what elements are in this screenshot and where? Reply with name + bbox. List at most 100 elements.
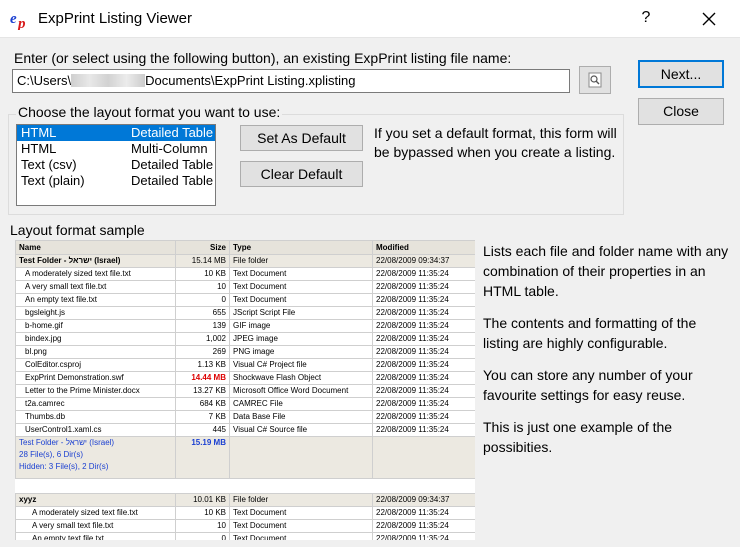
file-type-cell: Microsoft Office Word Document (229, 384, 373, 398)
list-item[interactable]: HTML Detailed Table (17, 125, 215, 141)
file-type-cell: Text Document (229, 293, 373, 307)
file-modified-cell: 22/08/2009 11:35:24 (372, 358, 475, 372)
table-row: ColEditor.csproj 1.13 KB Visual C# Project… (15, 358, 475, 372)
list-item[interactable]: Text (plain) Detailed Table (17, 173, 215, 189)
folder-summary-row: Test Folder - ישראל (Israel) 28 File(s), … (15, 436, 475, 479)
layout-format-label: Choose the layout format you want to use… (16, 104, 283, 120)
next-button[interactable]: Next... (638, 60, 724, 88)
table-row: bindex.jpg 1,002 JPEG image 22/08/2009 11:3… (15, 332, 475, 346)
list-item[interactable]: Text (csv) Detailed Table (17, 157, 215, 173)
folder-row: Test Folder - ישראל (Israel) 15.14 MB Fil… (15, 254, 475, 268)
file-type-cell: Text Document (229, 532, 373, 540)
close-button[interactable]: Close (638, 98, 724, 125)
file-size-cell: 1.13 KB (175, 358, 230, 372)
layout-description: Lists each file and folder name with any… (483, 241, 731, 469)
file-name-cell: An empty text file.txt (15, 293, 176, 307)
path-suffix: Documents\ExpPrint Listing.xplisting (145, 73, 356, 88)
file-modified-cell: 22/08/2009 11:35:24 (372, 293, 475, 307)
table-row: A moderately sized text file.txt 10 KB Tex… (15, 506, 475, 520)
file-modified-cell: 22/08/2009 11:35:24 (372, 371, 475, 385)
svg-text:e: e (10, 11, 17, 27)
file-size-cell: 10 (175, 519, 230, 533)
file-modified-cell: 22/08/2009 11:35:24 (372, 384, 475, 398)
file-type-cell: Shockwave Flash Object (229, 371, 373, 385)
file-size-cell: 14.44 MB (175, 371, 230, 385)
table-row: b-home.gif 139 GIF image 22/08/2009 11:35:2… (15, 319, 475, 333)
window-title: ExpPrint Listing Viewer (38, 10, 192, 27)
description-paragraph: Lists each file and folder name with any… (483, 243, 729, 299)
file-modified-cell: 22/08/2009 11:35:24 (372, 532, 475, 540)
file-modified-cell: 22/08/2009 11:35:24 (372, 345, 475, 359)
table-row: bl.png 269 PNG image 22/08/2009 11:35:24 (15, 345, 475, 359)
file-name-cell: An empty text file.txt (15, 532, 176, 540)
file-modified-cell: 22/08/2009 11:35:24 (372, 410, 475, 424)
expprint-logo-icon: e p (10, 11, 26, 30)
file-size-cell: 1,002 (175, 332, 230, 346)
table-row: bgsleight.js 655 JScript Script File 22/08/… (15, 306, 475, 320)
file-type-cell: Text Document (229, 506, 373, 520)
file-modified-cell: 22/08/2009 11:35:24 (372, 423, 475, 437)
file-prompt-label: Enter (or select using the following but… (14, 50, 512, 66)
file-name-cell: A moderately sized text file.txt (15, 506, 176, 520)
file-size-cell: 269 (175, 345, 230, 359)
table-row: Letter to the Prime Minister.docx 13.27 K… (15, 384, 475, 398)
file-modified-cell: 22/08/2009 11:35:24 (372, 506, 475, 520)
table-row: An empty text file.txt 0 Text Document 22/0… (15, 293, 475, 307)
file-size-cell: 0 (175, 532, 230, 540)
redacted-username (71, 74, 146, 87)
file-name-cell: b-home.gif (15, 319, 176, 333)
file-size-cell: 7 KB (175, 410, 230, 424)
file-modified-cell: 22/08/2009 11:35:24 (372, 280, 475, 294)
layout-sample-preview: Name Size Type Modified Test Folder - ישרא… (15, 240, 475, 540)
file-size-cell: 10 KB (175, 506, 230, 520)
browse-button[interactable] (579, 66, 611, 94)
svg-text:p: p (16, 16, 26, 30)
file-name-cell: UserControl1.xaml.cs (15, 423, 176, 437)
file-name-cell: Letter to the Prime Minister.docx (15, 384, 176, 398)
file-type-cell: Text Document (229, 267, 373, 281)
file-type-cell: CAMREC File (229, 397, 373, 411)
file-name-cell: A moderately sized text file.txt (15, 267, 176, 281)
table-row: An empty text file.txt 0 Text Document 22/0… (15, 532, 475, 540)
help-button[interactable]: ? (636, 9, 656, 27)
file-size-cell: 655 (175, 306, 230, 320)
description-paragraph: You can store any number of your favouri… (483, 367, 693, 403)
file-type-cell: Data Base File (229, 410, 373, 424)
file-name-cell: bindex.jpg (15, 332, 176, 346)
title-bar: e p ExpPrint Listing Viewer ? (0, 0, 740, 38)
file-name-cell: bgsleight.js (15, 306, 176, 320)
file-size-cell: 684 KB (175, 397, 230, 411)
file-type-cell: JScript Script File (229, 306, 373, 320)
file-size-cell: 10 KB (175, 267, 230, 281)
file-modified-cell: 22/08/2009 11:35:24 (372, 319, 475, 333)
file-name-cell: t2a.camrec (15, 397, 176, 411)
path-prefix: C:\Users\ (17, 73, 72, 88)
listing-path-input[interactable]: C:\Users\ Documents\ExpPrint Listing.xpli… (12, 69, 570, 93)
browse-file-icon (588, 72, 602, 88)
file-name-cell: A very small text file.txt (15, 280, 176, 294)
file-size-cell: 445 (175, 423, 230, 437)
file-type-cell: Visual C# Project file (229, 358, 373, 372)
layout-format-listbox[interactable]: HTML Detailed Table HTML Multi-Column Text… (16, 124, 216, 206)
table-row: Thumbs.db 7 KB Data Base File 22/08/2009 11… (15, 410, 475, 424)
clear-default-button[interactable]: Clear Default (240, 161, 363, 187)
description-paragraph: The contents and formatting of the listi… (483, 315, 697, 351)
file-modified-cell: 22/08/2009 11:35:24 (372, 519, 475, 533)
table-row: A very small text file.txt 10 Text Documen… (15, 280, 475, 294)
file-size-cell: 10 (175, 280, 230, 294)
table-row: ExpPrint Demonstration.swf 14.44 MB Shockw… (15, 371, 475, 385)
file-type-cell: JPEG image (229, 332, 373, 346)
file-name-cell: ColEditor.csproj (15, 358, 176, 372)
table-row: t2a.camrec 684 KB CAMREC File 22/08/2009 11… (15, 397, 475, 411)
set-as-default-button[interactable]: Set As Default (240, 125, 363, 151)
file-type-cell: PNG image (229, 345, 373, 359)
list-item[interactable]: HTML Multi-Column (17, 141, 215, 157)
file-modified-cell: 22/08/2009 11:35:24 (372, 397, 475, 411)
file-name-cell: ExpPrint Demonstration.swf (15, 371, 176, 385)
file-type-cell: Text Document (229, 280, 373, 294)
file-size-cell: 139 (175, 319, 230, 333)
close-window-icon[interactable] (700, 10, 718, 28)
file-name-cell: A very small text file.txt (15, 519, 176, 533)
file-type-cell: Visual C# Source file (229, 423, 373, 437)
table-row: A moderately sized text file.txt 10 KB Tex… (15, 267, 475, 281)
